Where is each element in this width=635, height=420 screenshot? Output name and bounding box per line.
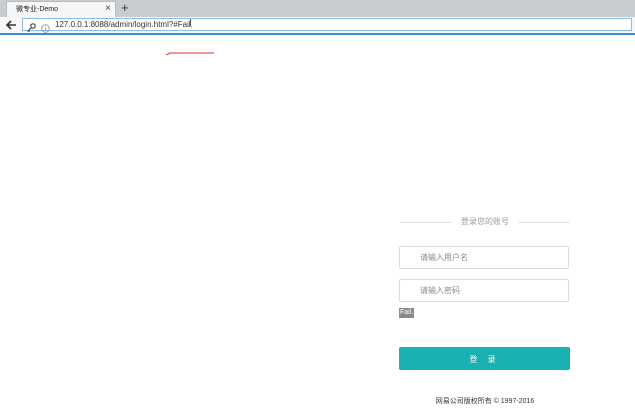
username-input[interactable] [399, 246, 569, 269]
back-arrow-icon[interactable] [4, 18, 18, 32]
url-text: 127.0.0.1:8088/admin/login.html?#Fail. [55, 20, 193, 29]
tab-close-icon[interactable]: × [105, 2, 111, 16]
address-bar[interactable]: 127.0.0.1:8088/admin/login.html?#Fail. I [22, 18, 632, 33]
login-button[interactable]: 登 录 [399, 347, 570, 370]
login-heading-text: 登录您的账号 [461, 217, 509, 226]
new-tab-button[interactable]: + [121, 0, 129, 16]
info-icon[interactable] [41, 20, 50, 33]
error-message: Fail. [399, 308, 415, 318]
tab-strip: 微专业-Demo × + [0, 0, 635, 17]
password-input[interactable] [399, 279, 569, 302]
red-annotation-line [166, 52, 214, 56]
copyright-footer: 网易公司版权所有 © 1997-2016 [435, 398, 535, 405]
key-icon[interactable] [26, 20, 36, 33]
navigation-toolbar: 127.0.0.1:8088/admin/login.html?#Fail. I [0, 17, 635, 35]
divider-right [518, 222, 570, 223]
login-heading: 登录您的账号 [400, 215, 570, 229]
text-cursor-icon: I [189, 18, 192, 29]
page-viewport: 登录您的账号 Fail. 登 录 网易公司版权所有 © 1997-2016 [0, 35, 635, 420]
tab-title: 微专业-Demo [16, 6, 59, 13]
browser-window: 微专业-Demo × + 127.0.0.1:8088/admin/login.… [0, 0, 635, 420]
browser-tab[interactable]: 微专业-Demo × [6, 1, 116, 17]
divider-left [400, 222, 452, 223]
